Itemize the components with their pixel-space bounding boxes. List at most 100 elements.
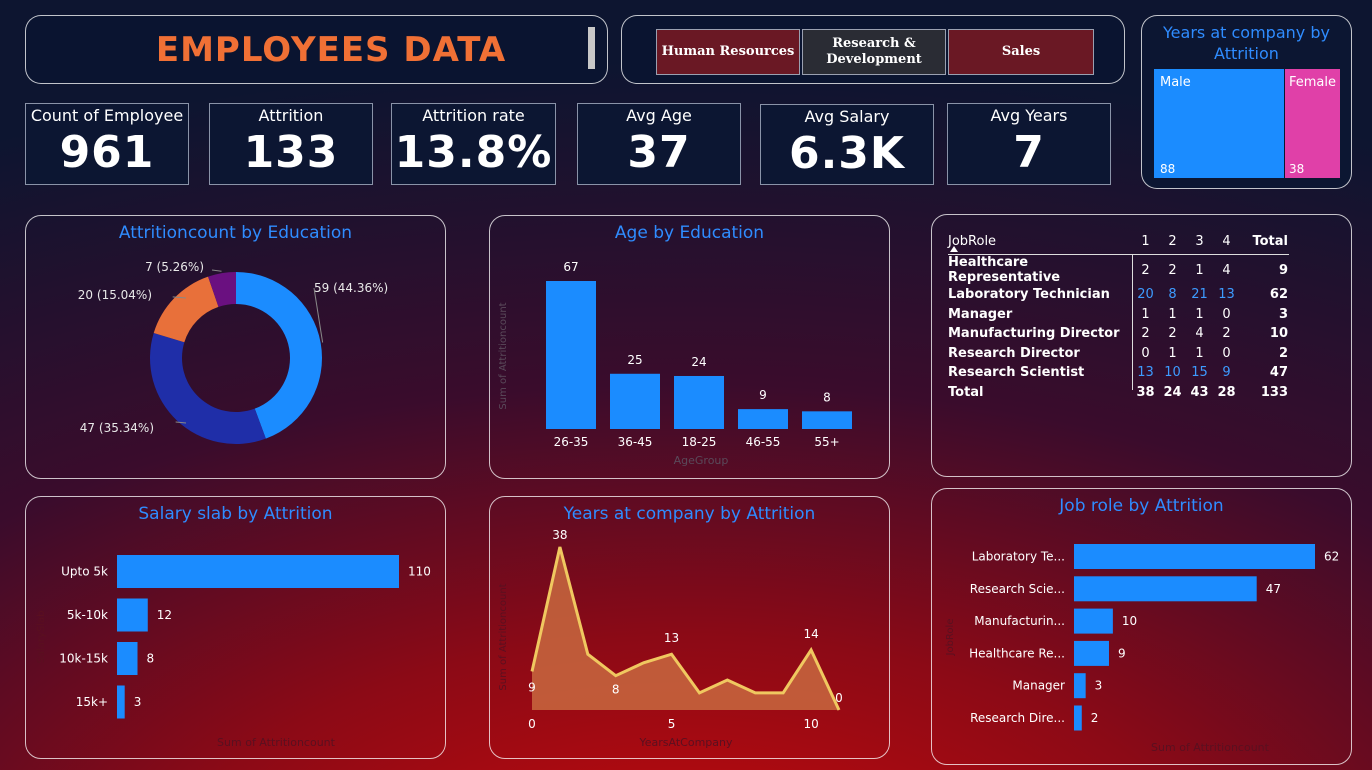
donut-slice (153, 276, 219, 343)
kpi-avg-age: Avg Age 37 (577, 103, 741, 185)
table-cell: 3 (1278, 306, 1288, 322)
salary-bar-chart: SalarySlab 110 Upto 5k 12 5k-10k 8 10k-15k 3 15k… (36, 555, 431, 749)
table-cell: 9 (1278, 262, 1288, 278)
kpi-label: Avg Years (990, 106, 1068, 125)
treemap-title: Years at company by Attrition (1163, 23, 1330, 63)
column-header[interactable]: 4 (1213, 227, 1240, 255)
y-axis-label: SalarySlab (36, 610, 47, 663)
treemap-panel: Years at company by Attrition Male 88 Fe… (1141, 15, 1352, 189)
years-chart-panel: Years at company by Attrition 9 38 8 13 14 0 0… (489, 496, 890, 759)
bar (802, 411, 852, 429)
table-cell: 0 (1222, 306, 1231, 322)
treemap-tile-male[interactable]: Male 88 (1154, 69, 1284, 178)
data-label: 38 (552, 528, 567, 542)
table-row[interactable]: Research Scientist 13 10 15 9 47 (948, 363, 1288, 383)
data-label: 9 (528, 680, 536, 694)
table-cell: 8 (1168, 287, 1177, 303)
row-header-cell: Manager (948, 306, 1013, 322)
x-axis-label: YearsAtCompany (639, 736, 733, 749)
jobrole-bar-chart: JobRole 62 Laboratory Te... 47 Research Scie… (945, 544, 1339, 754)
header-panel: EMPLOYEES DATA (25, 15, 608, 84)
slicer-button-research-development[interactable]: Research & Development (802, 29, 946, 75)
age-bar-chart: Sum of Attritioncount 67 26-35 25 36-45 24 18-… (498, 260, 852, 467)
data-label: 47 (1266, 582, 1281, 596)
donut-leader-line (211, 269, 222, 272)
column-header[interactable]: 3 (1186, 227, 1213, 255)
donut-chart-panel: Attritioncount by Education 59 (44.36%) 4… (25, 215, 446, 479)
treemap-tile-value: 38 (1289, 162, 1305, 176)
data-label: 13 (664, 631, 679, 645)
table-cell: 1 (1195, 262, 1204, 278)
bar (1074, 673, 1086, 699)
data-label: 12 (157, 608, 172, 622)
row-header-cell: Healthcare Representative (948, 255, 1061, 285)
kpi-avg-years: Avg Years 7 (947, 103, 1111, 185)
kpi-value: 133 (243, 127, 339, 178)
kpi-value: 961 (59, 127, 155, 178)
table-cell: 43 (1190, 384, 1209, 400)
column-header[interactable]: Total (1240, 227, 1288, 255)
page-title: EMPLOYEES DATA (155, 30, 507, 70)
x-axis-label: Sum of Attritioncount (1151, 741, 1270, 754)
data-label: 0 (835, 691, 843, 705)
data-label: 8 (612, 683, 620, 697)
table-row[interactable]: Healthcare Representative 2 2 1 4 9 (948, 255, 1288, 285)
donut-data-label: 47 (35.34%) (80, 421, 154, 435)
slicer-button-sales[interactable]: Sales (948, 29, 1094, 75)
treemap-tile-female[interactable]: Female 38 (1285, 69, 1340, 178)
matrix-column-divider (1132, 255, 1133, 390)
table-cell: 62 (1269, 287, 1288, 303)
y-tick-label: Manufacturin... (974, 614, 1065, 628)
table-cell: 10 (1269, 326, 1288, 342)
bar (117, 642, 138, 675)
x-tick-label: 0 (528, 717, 536, 731)
bar (1074, 544, 1315, 569)
x-tick-label: 18-25 (682, 435, 717, 449)
table-cell: 4 (1195, 326, 1204, 342)
table-cell: 1 (1195, 345, 1204, 361)
table-cell: 0 (1141, 345, 1150, 361)
table-cell: 38 (1136, 384, 1155, 400)
table-cell: 47 (1269, 365, 1288, 381)
table-cell: 0 (1222, 345, 1231, 361)
table-cell: 28 (1217, 384, 1236, 400)
table-cell: 2 (1168, 326, 1177, 342)
bar (674, 375, 724, 429)
table-cell: 13 (1218, 287, 1235, 303)
kpi-label: Avg Salary (804, 107, 890, 126)
table-row[interactable]: Manager 1 1 1 0 3 (948, 305, 1288, 325)
y-tick-label: 10k-15k (59, 652, 108, 666)
table-cell: 13 (1137, 365, 1154, 381)
donut-chart: 59 (44.36%) 47 (35.34%) 20 (15.04%) 7 (5.26… (78, 260, 388, 444)
row-header-cell: Research Director (948, 345, 1080, 361)
data-label: 62 (1324, 550, 1339, 564)
treemap-tile-label: Male (1160, 75, 1191, 90)
column-header[interactable]: 2 (1159, 227, 1186, 255)
table-cell: 1 (1141, 306, 1150, 322)
table-cell: 2 (1222, 326, 1231, 342)
row-header-cell: Manufacturing Director (948, 326, 1120, 342)
y-tick-label: Healthcare Re... (969, 646, 1065, 660)
table-row[interactable]: Research Director 0 1 1 0 2 (948, 344, 1288, 364)
y-tick-label: Manager (1012, 679, 1065, 693)
kpi-label: Attrition rate (422, 106, 525, 125)
table-row[interactable]: Total 38 24 43 28 133 (948, 383, 1288, 403)
x-tick-label: 55+ (814, 435, 839, 449)
y-tick-label: Research Dire... (970, 711, 1065, 725)
slicer-button-human-resources[interactable]: Human Resources (656, 29, 800, 75)
x-axis-label: Sum of Attritioncount (217, 736, 336, 749)
kpi-count-of-employee: Count of Employee 961 (25, 103, 189, 185)
jobrole-chart-panel: Job role by Attrition JobRole 62 Laborator… (931, 488, 1352, 765)
y-tick-label: Laboratory Te... (972, 550, 1065, 564)
jobrole-matrix-panel: JobRole 1 2 3 4 Total Healthcare Represe… (931, 214, 1352, 477)
matrix-header-divider (948, 254, 1289, 255)
column-header[interactable]: 1 (1132, 227, 1159, 255)
scrollbar-thumb[interactable] (588, 27, 595, 69)
table-row[interactable]: Manufacturing Director 2 2 4 2 10 (948, 324, 1288, 344)
kpi-avg-salary: Avg Salary 6.3K (760, 104, 934, 185)
column-header[interactable]: JobRole (948, 227, 1132, 255)
x-tick-label: 26-35 (554, 435, 589, 449)
table-row[interactable]: Laboratory Technician 20 8 21 13 62 (948, 285, 1288, 305)
x-tick-label: 46-55 (746, 435, 781, 449)
donut-data-label: 59 (44.36%) (314, 281, 388, 295)
